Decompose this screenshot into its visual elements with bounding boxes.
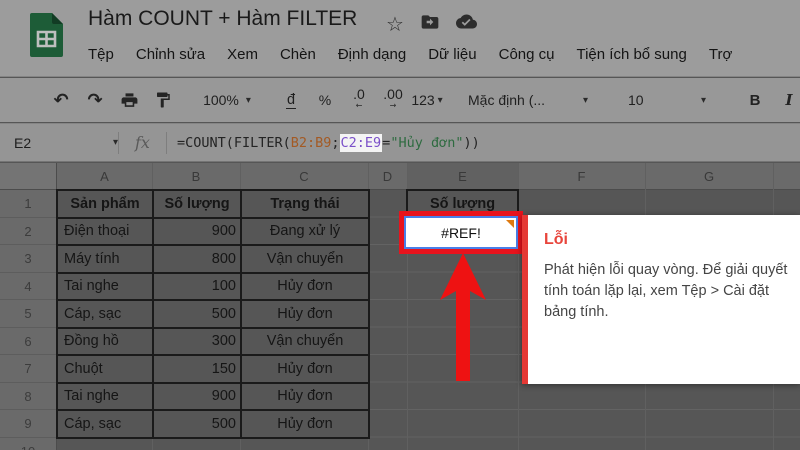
cell-c7[interactable]: Hủy đơn (242, 356, 370, 384)
col-header-b[interactable]: B (152, 163, 240, 190)
row-header[interactable]: 3 (0, 245, 56, 273)
tooltip-body: Phát hiện lỗi quay vòng. Để giải quyết t… (544, 260, 790, 323)
cell-b6[interactable]: 300 (154, 329, 242, 357)
cell-c8[interactable]: Hủy đơn (242, 384, 370, 412)
cell-b8[interactable]: 900 (154, 384, 242, 412)
tooltip-title: Lỗi (544, 231, 788, 249)
menu-addons[interactable]: Tiện ích bổ sung (576, 46, 686, 63)
menu-edit[interactable]: Chỉnh sửa (136, 46, 205, 63)
formula-string-arg: "Hủy đơn" (390, 135, 463, 151)
toolbar: ↶ ↷ 100%▾ đ % .0← .00→ 123▾ Mặc định (..… (0, 78, 800, 122)
formula-bar: E2 ▾ fx =COUNT(FILTER(B2:B9;C2:E9="Hủy đ… (0, 123, 800, 162)
error-tooltip: Lỗi Phát hiện lỗi quay vòng. Để giải quy… (522, 215, 800, 384)
row-header[interactable]: 7 (0, 355, 56, 383)
row-header[interactable]: 2 (0, 218, 56, 246)
data-table: Sản phẩm Số lượng Trạng thái Điện thoại … (56, 189, 370, 439)
error-corner-marker (506, 220, 514, 228)
menu-format[interactable]: Định dạng (338, 46, 406, 63)
paint-format-button[interactable] (148, 85, 178, 115)
row-header[interactable]: 4 (0, 273, 56, 301)
cell-c9[interactable]: Hủy đơn (242, 411, 370, 439)
number-format-select[interactable]: 123▾ (412, 85, 442, 115)
sheets-logo-icon[interactable] (30, 13, 63, 62)
formula-range2-highlighted: C2:E9 (340, 134, 383, 152)
cell-b5[interactable]: 500 (154, 301, 242, 329)
menu-tools[interactable]: Công cụ (499, 46, 555, 63)
menu-file[interactable]: Tệp (88, 46, 114, 63)
font-size-select[interactable]: 10▾ (614, 85, 720, 115)
menu-insert[interactable]: Chèn (280, 46, 316, 63)
menu-bar: Tệp Chỉnh sửa Xem Chèn Định dạng Dữ liệu… (88, 46, 732, 63)
cell-b2[interactable]: 900 (154, 219, 242, 247)
currency-format-button[interactable]: đ (276, 85, 306, 115)
menu-view[interactable]: Xem (227, 46, 258, 63)
fx-icon: fx (135, 133, 150, 152)
error-highlight-box: #REF! (399, 211, 523, 254)
cell-b7[interactable]: 150 (154, 356, 242, 384)
col-header-e[interactable]: E (407, 163, 518, 190)
col-header-g[interactable]: G (645, 163, 773, 190)
cell-a5[interactable]: Cáp, sạc (58, 301, 154, 329)
row-header[interactable]: 10 (0, 438, 56, 450)
cell-a6[interactable]: Đồng hồ (58, 329, 154, 357)
star-icon[interactable]: ☆ (386, 12, 404, 36)
menu-help[interactable]: Trợ (709, 46, 732, 63)
undo-button[interactable]: ↶ (46, 85, 76, 115)
move-to-folder-icon[interactable] (420, 12, 440, 37)
cell-e2-error[interactable]: #REF! (404, 216, 518, 249)
cell-c3[interactable]: Vận chuyển (242, 246, 370, 274)
cell-c4[interactable]: Hủy đơn (242, 274, 370, 302)
cell-b3[interactable]: 800 (154, 246, 242, 274)
table-header-cell[interactable]: Trạng thái (242, 191, 370, 219)
cell-c5[interactable]: Hủy đơn (242, 301, 370, 329)
cell-c6[interactable]: Vận chuyển (242, 329, 370, 357)
cell-a4[interactable]: Tai nghe (58, 274, 154, 302)
select-all-corner[interactable] (0, 163, 57, 190)
table-header-cell[interactable]: Số lượng (154, 191, 242, 219)
cell-b9[interactable]: 500 (154, 411, 242, 439)
row-header[interactable]: 1 (0, 190, 56, 218)
percent-format-button[interactable]: % (310, 85, 340, 115)
col-header-a[interactable]: A (57, 163, 152, 190)
name-box[interactable]: E2 ▾ (0, 135, 118, 151)
redo-button[interactable]: ↷ (80, 85, 110, 115)
red-arrow-annotation (440, 253, 486, 383)
table-header-cell[interactable]: Sản phẩm (58, 191, 154, 219)
row-header[interactable]: 8 (0, 383, 56, 411)
bold-button[interactable]: B (740, 85, 770, 115)
col-header-d[interactable]: D (368, 163, 407, 190)
font-select[interactable]: Mặc định (...▾ (462, 85, 594, 115)
formula-range1: B2:B9 (291, 135, 332, 151)
increase-decimal-button[interactable]: .00→ (378, 85, 408, 115)
cell-a2[interactable]: Điện thoại (58, 219, 154, 247)
document-title[interactable]: Hàm COUNT + Hàm FILTER (88, 7, 357, 31)
menu-data[interactable]: Dữ liệu (428, 46, 476, 63)
decrease-decimal-button[interactable]: .0← (344, 85, 374, 115)
row-header[interactable]: 6 (0, 328, 56, 356)
col-header-c[interactable]: C (240, 163, 368, 190)
google-sheets-window: Hàm COUNT + Hàm FILTER ☆ Tệp Chỉnh sửa X… (0, 0, 800, 450)
print-button[interactable] (114, 85, 144, 115)
cloud-saved-icon[interactable] (456, 11, 477, 37)
cell-b4[interactable]: 100 (154, 274, 242, 302)
row-header[interactable]: 5 (0, 300, 56, 328)
italic-button[interactable]: I (774, 85, 800, 115)
row-header[interactable]: 9 (0, 410, 56, 438)
cell-a9[interactable]: Cáp, sạc (58, 411, 154, 439)
cell-a8[interactable]: Tai nghe (58, 384, 154, 412)
row-headers: 1 2 3 4 5 6 7 8 9 10 (0, 190, 57, 450)
cell-c2[interactable]: Đang xử lý (242, 219, 370, 247)
cell-a3[interactable]: Máy tính (58, 246, 154, 274)
cell-a7[interactable]: Chuột (58, 356, 154, 384)
zoom-select[interactable]: 100%▾ (198, 85, 256, 115)
formula-input[interactable]: =COUNT(FILTER(B2:B9;C2:E9="Hủy đơn")) (177, 135, 480, 151)
col-header-f[interactable]: F (518, 163, 645, 190)
title-bar: Hàm COUNT + Hàm FILTER ☆ Tệp Chỉnh sửa X… (0, 0, 800, 77)
